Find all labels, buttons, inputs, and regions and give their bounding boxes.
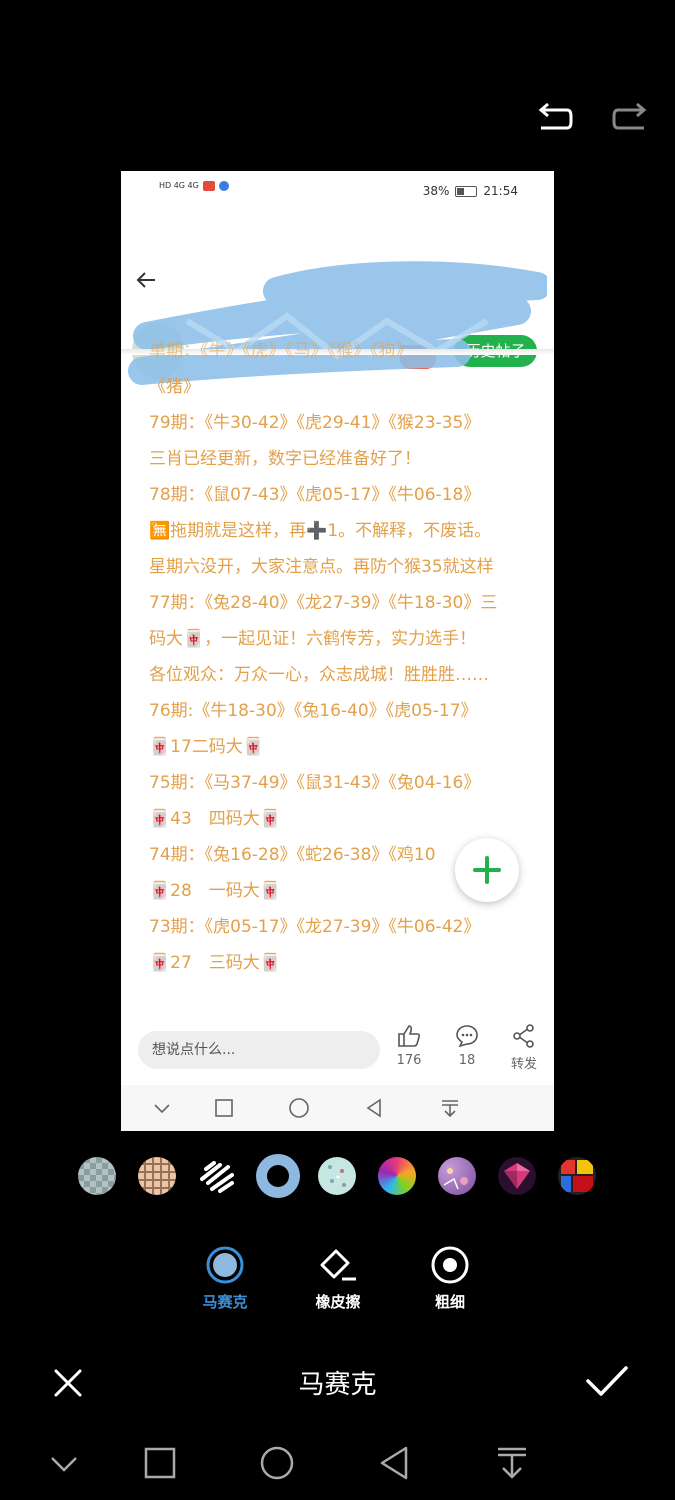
post-line: 76期:《牛18-30》《兔16-40》《虎05-17》 xyxy=(149,701,478,721)
mosaic-style-blocks[interactable] xyxy=(558,1157,596,1195)
like-button[interactable]: 176 xyxy=(389,1023,429,1068)
post-line: 🀄43 四码大🀄 xyxy=(149,809,281,829)
tool-thickness-label: 粗细 xyxy=(434,1293,465,1311)
mosaic-style-dots[interactable] xyxy=(318,1157,356,1195)
chevron-down-icon xyxy=(154,1104,170,1114)
back-triangle-icon[interactable] xyxy=(374,1443,414,1483)
editor-title: 马赛克 xyxy=(298,1370,377,1400)
tool-eraser-label: 橡皮擦 xyxy=(315,1293,361,1311)
post-line: 77期：《兔28-40》《龙27-39》《牛18-30》三 xyxy=(149,593,498,613)
post-header: 历史帖子 xyxy=(121,211,554,385)
comment-bar: 想说点什么... 176 18 转发 xyxy=(121,1019,554,1085)
eraser-icon xyxy=(320,1249,356,1281)
add-fab-button[interactable] xyxy=(455,838,519,902)
square-icon xyxy=(215,1099,233,1117)
chevron-down-icon[interactable] xyxy=(44,1443,84,1483)
mosaic-style-selected[interactable] xyxy=(256,1154,300,1198)
post-line: 73期：《虎05-17》《龙27-39》《牛06-42》 xyxy=(149,917,481,937)
confirm-check-icon[interactable] xyxy=(585,1363,629,1399)
battery-percent: 38% xyxy=(422,184,450,198)
clock: 21:54 xyxy=(483,184,518,198)
home-circle-icon[interactable] xyxy=(257,1443,297,1483)
share-icon xyxy=(513,1024,534,1048)
mosaic-style-brush[interactable] xyxy=(198,1157,236,1195)
share-label: 转发 xyxy=(510,1057,537,1072)
network-indicator: HD 4G 4G xyxy=(159,181,199,190)
notification-pull-icon[interactable] xyxy=(492,1443,532,1483)
recents-square-icon[interactable] xyxy=(140,1443,180,1483)
battery-icon xyxy=(455,185,478,197)
mosaic-style-tiles[interactable] xyxy=(378,1157,416,1195)
screenshot-preview[interactable]: HD 4G 4G 38% 21:54 历史帖子 单期：《牛》《虎》《马》《猴》《… xyxy=(121,171,554,1131)
post-line: 78期：《鼠07-43》《虎05-17》《牛06-18》 xyxy=(149,485,481,505)
comment-count: 18 xyxy=(458,1053,476,1068)
tool-eraser[interactable]: 橡皮擦 xyxy=(298,1245,378,1312)
post-line: 星期六没开，大家注意点。再防个猴35就这样 xyxy=(149,557,494,577)
post-line: 🀄17二码大🀄 xyxy=(149,737,264,757)
post-line: 单期：《牛》《虎》《马》《猴》《狗》 xyxy=(149,341,413,361)
post-line: 码大🀄，一起见证！六鹤传芳，实力选手！ xyxy=(149,629,477,649)
app-notification-icon xyxy=(202,181,215,191)
mosaic-style-grid[interactable] xyxy=(138,1157,176,1195)
post-line: 🈚拖期就是这样，再➕1。不解释，不废话。 xyxy=(149,521,492,541)
post-line: 各位观众：万众一心，众志成城！胜胜胜…… xyxy=(149,665,489,685)
mosaic-style-crystal[interactable] xyxy=(498,1157,536,1195)
share-button[interactable]: 转发 xyxy=(504,1023,544,1072)
tool-mosaic-label: 马赛克 xyxy=(202,1293,248,1311)
thumbs-up-icon xyxy=(398,1025,421,1047)
comments-button[interactable]: 18 xyxy=(447,1023,487,1068)
undo-icon[interactable] xyxy=(535,98,575,138)
mosaic-style-pixel[interactable] xyxy=(78,1157,116,1195)
browser-notification-icon xyxy=(218,181,229,191)
circle-icon xyxy=(289,1098,309,1118)
post-line: 🀄27 三码大🀄 xyxy=(149,953,281,973)
inner-nav-bar xyxy=(121,1085,554,1131)
comment-bubble-icon xyxy=(456,1025,478,1048)
post-line: 《猪》 xyxy=(149,377,200,397)
mosaic-icon xyxy=(206,1246,244,1284)
redo-icon[interactable] xyxy=(610,98,650,138)
comment-input[interactable]: 想说点什么... xyxy=(138,1031,380,1069)
triangle-back-icon xyxy=(366,1098,381,1118)
tool-mosaic[interactable]: 马赛克 xyxy=(185,1245,265,1312)
status-bar: HD 4G 4G 38% 21:54 xyxy=(121,171,554,211)
pull-down-icon xyxy=(442,1100,458,1118)
post-line: 79期：《牛30-42》《虎29-41》《猴23-35》 xyxy=(149,413,481,433)
plus-icon xyxy=(473,856,501,884)
post-line: 75期：《马37-49》《鼠31-43》《兔04-16》 xyxy=(149,773,481,793)
mosaic-style-pattern[interactable] xyxy=(438,1157,476,1195)
like-count: 176 xyxy=(396,1053,422,1068)
post-line: 三肖已经更新，数字已经准备好了！ xyxy=(149,449,421,469)
thickness-icon xyxy=(431,1246,469,1284)
tool-thickness[interactable]: 粗细 xyxy=(410,1245,490,1312)
